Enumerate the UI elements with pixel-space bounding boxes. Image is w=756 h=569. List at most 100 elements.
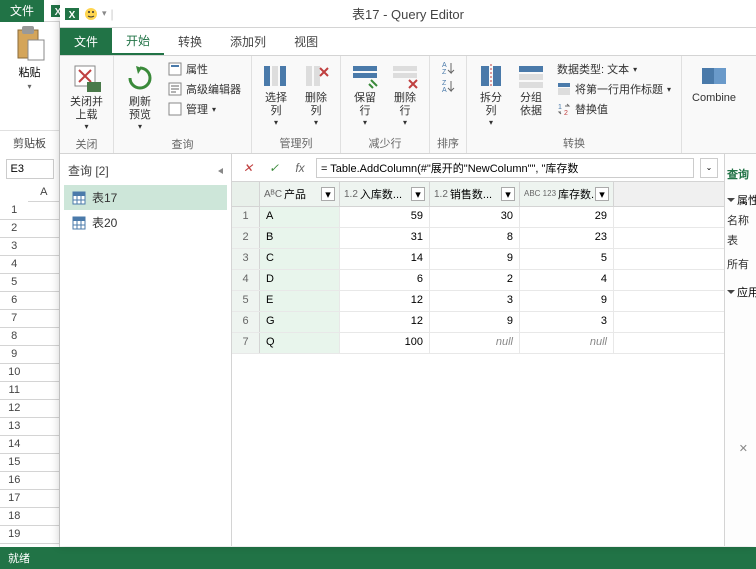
row-number[interactable]: 3 [232,249,260,269]
row-header[interactable]: 3 [0,237,28,255]
remove-columns-button[interactable]: 删除 列 ▾ [298,60,334,130]
row-header[interactable]: 7 [0,309,28,327]
paste-dropdown-icon[interactable]: ▾ [27,82,31,91]
cell-sales[interactable]: 9 [430,312,520,332]
cell-inbound[interactable]: 31 [340,228,430,248]
tab-transform[interactable]: 转换 [164,28,216,55]
column-header-stock[interactable]: ABC 123 库存数... ▾ [520,182,614,206]
row-header[interactable]: 18 [0,507,28,525]
cell-stock[interactable]: 29 [520,207,614,227]
row-header[interactable]: 19 [0,525,28,543]
cell-inbound[interactable]: 6 [340,270,430,290]
manage-button[interactable]: 管理 ▾ [164,100,245,118]
table-row[interactable]: 4D624 [232,270,724,291]
column-header-product[interactable]: AᴮC 产品 ▾ [260,182,340,206]
formula-input[interactable]: = Table.AddColumn(#"展开的"NewColumn"", "库存… [316,158,694,178]
table-corner[interactable] [232,182,260,206]
column-header-inbound[interactable]: 1.2 入库数... ▾ [340,182,430,206]
cell-product[interactable]: E [260,291,340,311]
cell-sales[interactable]: 2 [430,270,520,290]
sort-asc-button[interactable]: AZ [436,60,460,76]
filter-icon[interactable]: ▾ [501,187,515,201]
collapse-icon[interactable] [218,168,223,174]
cell-product[interactable]: B [260,228,340,248]
cell-stock[interactable]: 3 [520,312,614,332]
name-value[interactable]: 表 [727,230,754,250]
row-number[interactable]: 5 [232,291,260,311]
cell-sales[interactable]: null [430,333,520,353]
table-row[interactable]: 3C1495 [232,249,724,270]
smiley-icon[interactable] [84,7,98,21]
column-header-a[interactable]: A [28,183,59,201]
cell-stock[interactable]: 4 [520,270,614,290]
excel-file-tab[interactable]: 文件 [0,0,44,22]
fx-icon[interactable]: fx [290,161,310,175]
sort-desc-button[interactable]: ZA [436,78,460,94]
cell-product[interactable]: G [260,312,340,332]
cell-inbound[interactable]: 14 [340,249,430,269]
row-header[interactable]: 4 [0,255,28,273]
table-row[interactable]: 1A593029 [232,207,724,228]
row-header[interactable]: 2 [0,219,28,237]
cell-product[interactable]: C [260,249,340,269]
cell-inbound[interactable]: 59 [340,207,430,227]
table-row[interactable]: 6G1293 [232,312,724,333]
cell-sales[interactable]: 3 [430,291,520,311]
row-header[interactable]: 12 [0,399,28,417]
row-header[interactable]: 6 [0,291,28,309]
refresh-preview-button[interactable]: 刷新 预览 ▾ [120,60,160,134]
group-by-button[interactable]: 分组 依据 [513,60,549,120]
table-row[interactable]: 5E1239 [232,291,724,312]
qat-dropdown-icon[interactable]: ▾ [102,8,107,19]
filter-icon[interactable]: ▾ [411,187,425,201]
row-header[interactable]: 14 [0,435,28,453]
cell-stock[interactable]: 9 [520,291,614,311]
row-number[interactable]: 1 [232,207,260,227]
cell-inbound[interactable]: 100 [340,333,430,353]
applied-steps-section[interactable]: 应用 [727,278,754,302]
filter-icon[interactable]: ▾ [595,187,609,201]
cancel-formula-icon[interactable]: ✕ [238,161,258,175]
row-header[interactable]: 16 [0,471,28,489]
name-box[interactable] [6,159,54,179]
row-header[interactable]: 15 [0,453,28,471]
choose-columns-button[interactable]: 选择 列 ▾ [258,60,294,130]
replace-values-button[interactable]: 12替换值 [553,100,675,118]
name-box-input[interactable] [11,160,49,178]
cell-product[interactable]: A [260,207,340,227]
paste-icon[interactable] [14,26,46,62]
cell-stock[interactable]: null [520,333,614,353]
first-row-header-button[interactable]: 将第一行用作标题 ▾ [553,80,675,98]
table-row[interactable]: 7Q100nullnull [232,333,724,354]
close-step-icon[interactable]: ✕ [739,442,748,455]
cell-sales[interactable]: 9 [430,249,520,269]
row-number[interactable]: 7 [232,333,260,353]
tab-home[interactable]: 开始 [112,28,164,55]
tab-view[interactable]: 视图 [280,28,332,55]
properties-section[interactable]: 属性 [727,186,754,210]
advanced-editor-button[interactable]: 高级编辑器 [164,80,245,98]
row-header[interactable]: 8 [0,327,28,345]
row-number[interactable]: 4 [232,270,260,290]
cell-product[interactable]: D [260,270,340,290]
properties-button[interactable]: 属性 [164,60,245,78]
all-props-link[interactable]: 所有 [727,250,754,278]
tab-file[interactable]: 文件 [60,28,112,55]
row-header[interactable]: 1 [0,201,28,219]
cell-product[interactable]: Q [260,333,340,353]
row-header[interactable]: 10 [0,363,28,381]
cell-stock[interactable]: 23 [520,228,614,248]
accept-formula-icon[interactable]: ✓ [264,161,284,175]
column-header-sales[interactable]: 1.2 销售数... ▾ [430,182,520,206]
remove-rows-button[interactable]: 删除 行 ▾ [387,60,423,130]
query-item-table17[interactable]: 表17 [64,185,227,210]
cell-inbound[interactable]: 12 [340,312,430,332]
cell-sales[interactable]: 30 [430,207,520,227]
data-type-button[interactable]: 数据类型: 文本 ▾ [553,60,675,78]
split-column-button[interactable]: 拆分 列 ▾ [473,60,509,130]
combine-button[interactable]: Combine [688,60,740,107]
close-and-load-button[interactable]: 关闭并 上载 ▾ [66,60,107,134]
query-item-table20[interactable]: 表20 [64,210,227,235]
row-header[interactable]: 13 [0,417,28,435]
cell-inbound[interactable]: 12 [340,291,430,311]
